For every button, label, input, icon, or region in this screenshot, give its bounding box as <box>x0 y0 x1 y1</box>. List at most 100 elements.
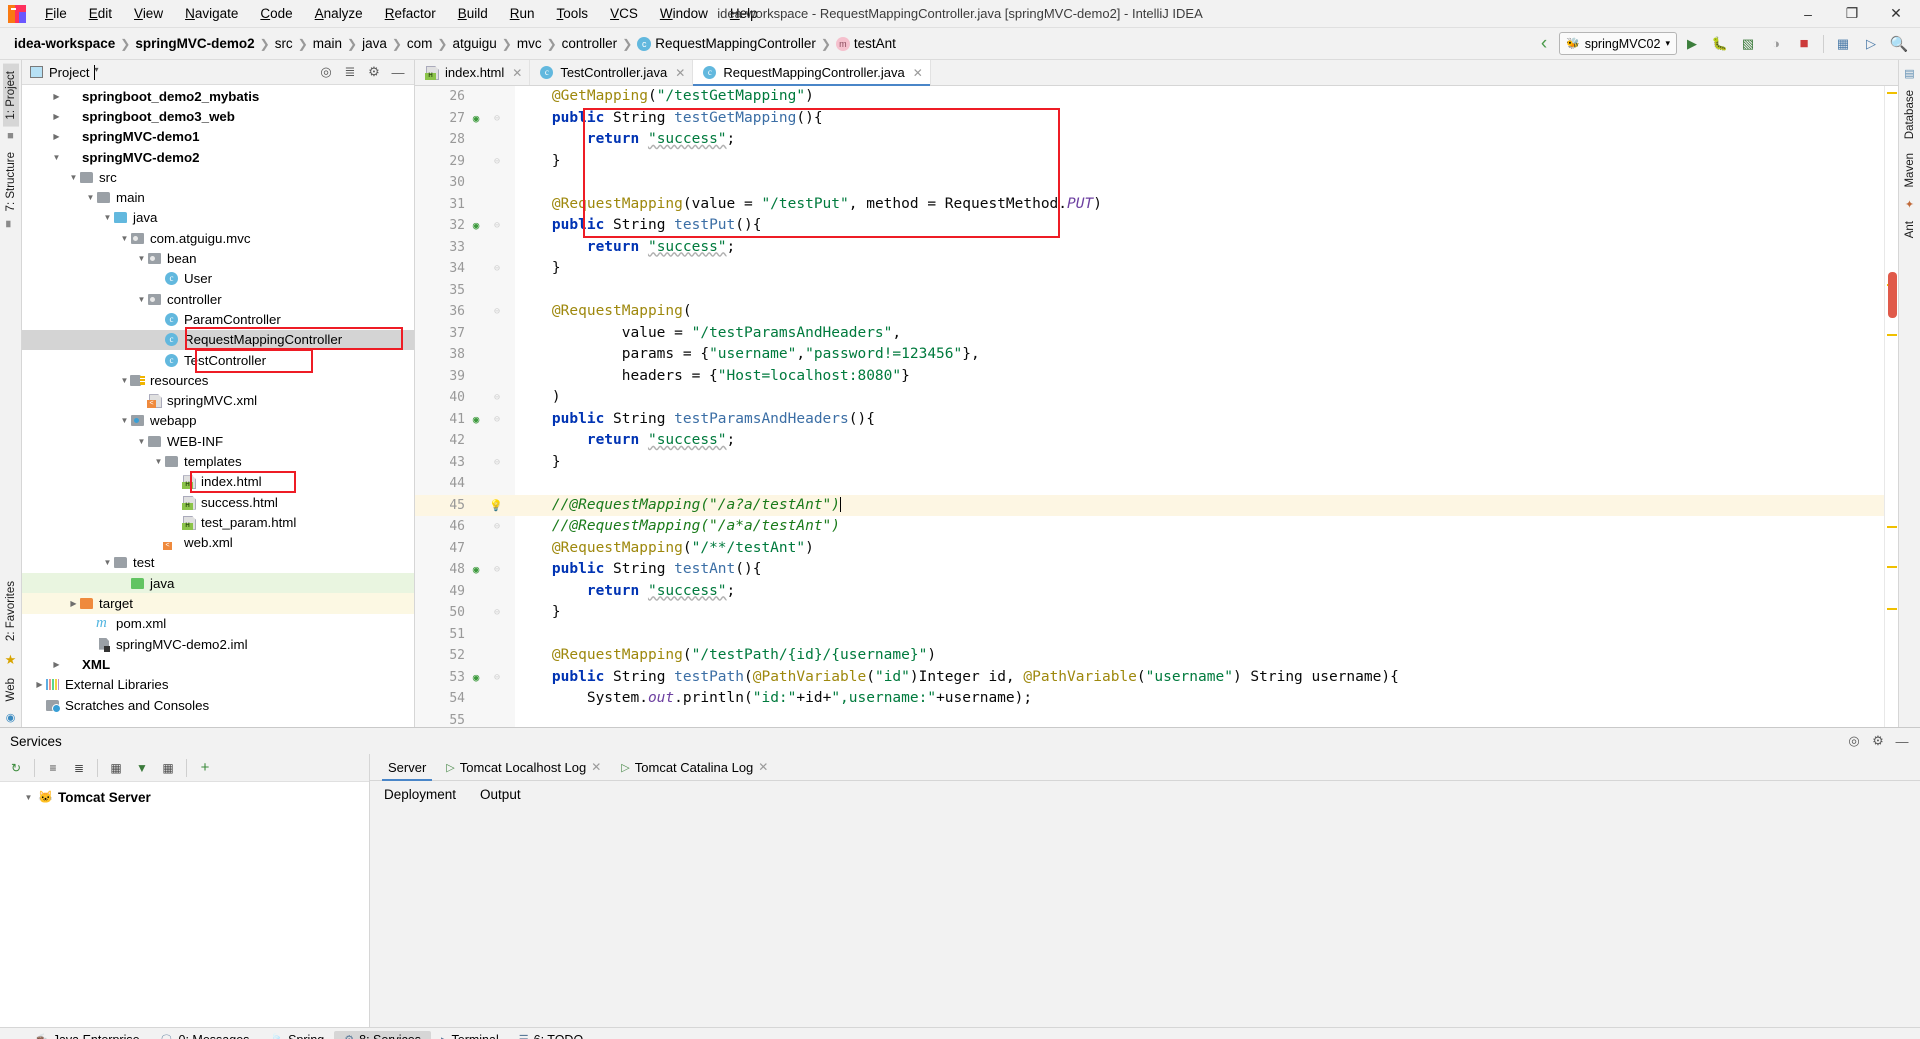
code-line-32[interactable]: public String testPut(){ <box>515 215 1884 237</box>
gutter-line-46[interactable]: 46 ⊖ <box>415 516 515 538</box>
back-arrow-icon[interactable]: ‹ <box>1531 32 1557 56</box>
chevron-down-icon[interactable]: ▾ <box>94 64 98 80</box>
close-icon[interactable]: ✕ <box>913 66 923 80</box>
chevron-right-icon[interactable]: ▶ <box>68 599 79 608</box>
tool-window-button-java-enterprise[interactable]: ☕ Java Enterprise <box>24 1031 150 1039</box>
tree-item-test-param-html[interactable]: test_param.html <box>22 512 414 532</box>
tree-item-user[interactable]: User <box>22 269 414 289</box>
services-subtab-bar[interactable]: Deployment Output <box>370 781 1920 807</box>
expand-all-icon[interactable]: ≡ <box>41 757 65 779</box>
code-line-55[interactable] <box>515 710 1884 728</box>
code-line-43[interactable]: } <box>515 452 1884 474</box>
fold-toggle-icon[interactable]: ⊖ <box>491 564 503 575</box>
bottom-tool-bar[interactable]: ☕ Java Enterprise 🗨 0: Messages 🍃 Spring ⚙ 8: S… <box>0 1027 1920 1039</box>
gutter-line-38[interactable]: 38 <box>415 344 515 366</box>
code-line-36[interactable]: @RequestMapping( <box>515 301 1884 323</box>
code-line-52[interactable]: @RequestMapping("/testPath/{id}/{usernam… <box>515 645 1884 667</box>
editor-marker-bar[interactable] <box>1884 86 1898 727</box>
tree-item-testcontroller[interactable]: TestController <box>22 350 414 370</box>
breadcrumb-item-mvc[interactable]: mvc <box>513 34 546 53</box>
tree-item-springboot-demo2-mybatis[interactable]: ▶ springboot_demo2_mybatis <box>22 86 414 106</box>
tree-item-springmvc-demo2[interactable]: ▼ springMVC-demo2 <box>22 147 414 167</box>
services-tab-bar[interactable]: Server ▷ Tomcat Localhost Log ✕ ▷ Tomcat Cata… <box>370 754 1920 781</box>
tool-window-button-terminal[interactable]: ▸ Terminal <box>431 1031 509 1039</box>
tool-window-button-0-messages[interactable]: 🗨 0: Messages <box>150 1031 260 1039</box>
breadcrumb-item-springmvc-demo2[interactable]: springMVC-demo2 <box>131 34 258 53</box>
chevron-down-icon[interactable]: ▼ <box>136 254 147 263</box>
menu-item-vcs[interactable]: VCS <box>599 2 649 25</box>
code-line-51[interactable] <box>515 624 1884 646</box>
tree-item-templates[interactable]: ▼ templates <box>22 451 414 471</box>
sidebar-item-structure[interactable]: 7: Structure <box>3 145 19 218</box>
fold-toggle-icon[interactable]: ⊖ <box>491 306 503 317</box>
code-line-48[interactable]: public String testAnt(){ <box>515 559 1884 581</box>
code-line-41[interactable]: public String testParamsAndHeaders(){ <box>515 409 1884 431</box>
breadcrumb-item-idea-workspace[interactable]: idea-workspace <box>10 34 119 53</box>
menu-item-refactor[interactable]: Refactor <box>374 2 447 25</box>
chevron-down-icon[interactable]: ▼ <box>51 153 62 162</box>
editor-tab-testcontroller-java[interactable]: TestController.java ✕ <box>530 60 694 85</box>
tree-item-webapp[interactable]: ▼ webapp <box>22 411 414 431</box>
gutter-line-49[interactable]: 49 <box>415 581 515 603</box>
fold-toggle-icon[interactable]: ⊖ <box>491 220 503 231</box>
chevron-down-icon[interactable]: ▼ <box>136 437 147 446</box>
chevron-right-icon[interactable]: ▶ <box>34 680 45 689</box>
gutter-line-55[interactable]: 55 <box>415 710 515 727</box>
tree-item-xml[interactable]: ▶ XML <box>22 654 414 674</box>
build-icon[interactable]: ▦ <box>1830 32 1856 56</box>
tree-item-requestmappingcontroller[interactable]: RequestMappingController <box>22 329 414 350</box>
code-line-33[interactable]: return "success"; <box>515 237 1884 259</box>
sidebar-item-project[interactable]: 1: Project <box>2 64 19 127</box>
code-line-46[interactable]: //@RequestMapping("/a*a/testAnt") <box>515 516 1884 538</box>
chevron-down-icon[interactable]: ▼ <box>119 416 130 425</box>
code-line-49[interactable]: return "success"; <box>515 581 1884 603</box>
gutter-line-42[interactable]: 42 <box>415 430 515 452</box>
search-icon[interactable]: 🔍 <box>1886 32 1912 56</box>
menu-item-edit[interactable]: Edit <box>78 2 123 25</box>
gutter-line-45[interactable]: 45 💡 ⊖ <box>415 494 515 516</box>
menu-item-run[interactable]: Run <box>499 2 546 25</box>
gutter-line-44[interactable]: 44 <box>415 473 515 495</box>
services-subtab-output[interactable]: Output <box>480 787 521 802</box>
fold-toggle-icon[interactable]: ⊖ <box>491 156 503 167</box>
code-line-42[interactable]: return "success"; <box>515 430 1884 452</box>
tool-window-button-8-services[interactable]: ⚙ 8: Services <box>334 1030 431 1039</box>
services-subtab-deployment[interactable]: Deployment <box>384 787 456 802</box>
chevron-down-icon[interactable]: ▼ <box>136 295 147 304</box>
fold-toggle-icon[interactable]: ⊖ <box>491 392 503 403</box>
run-gutter-icon[interactable]: ◉ <box>467 112 485 125</box>
chevron-down-icon[interactable]: ▼ <box>102 558 113 567</box>
menu-item-file[interactable]: File <box>34 2 78 25</box>
chevron-down-icon[interactable]: ▼ <box>102 213 113 222</box>
breadcrumb[interactable]: idea-workspace ❯ springMVC-demo2 ❯ src ❯ main ❯… <box>10 34 900 53</box>
services-tab-tomcat-localhost-log[interactable]: ▷ Tomcat Localhost Log ✕ <box>436 754 611 780</box>
maximize-button[interactable]: ❐ <box>1830 0 1874 28</box>
code-line-45[interactable]: //@RequestMapping("/a?a/testAnt") <box>515 494 1884 516</box>
fold-toggle-icon[interactable]: ⊖ <box>491 607 503 618</box>
services-tab-server[interactable]: Server <box>378 754 436 781</box>
fold-toggle-icon[interactable]: ⊖ <box>491 500 503 511</box>
gutter-line-28[interactable]: 28 <box>415 129 515 151</box>
menu-item-code[interactable]: Code <box>249 2 303 25</box>
code-line-26[interactable]: @GetMapping("/testGetMapping") <box>515 86 1884 108</box>
help-icon[interactable]: ◎ <box>1842 730 1866 752</box>
sidebar-item-maven[interactable]: Maven <box>1902 146 1918 195</box>
fold-toggle-icon[interactable]: ⊖ <box>491 263 503 274</box>
chevron-right-icon[interactable]: ▶ <box>51 112 62 121</box>
run-gutter-icon[interactable]: ◉ <box>467 671 485 684</box>
fold-toggle-icon[interactable]: ⊖ <box>491 672 503 683</box>
run-gutter-icon[interactable]: ◉ <box>467 413 485 426</box>
menu-item-help[interactable]: Help <box>719 2 769 25</box>
chevron-down-icon[interactable]: ▼ <box>85 193 96 202</box>
menu-item-window[interactable]: Window <box>649 2 719 25</box>
sidebar-item-favorites[interactable]: 2: Favorites <box>3 574 19 648</box>
breadcrumb-item-atguigu[interactable]: atguigu <box>448 34 500 53</box>
tree-item-success-html[interactable]: success.html <box>22 492 414 512</box>
gutter-line-26[interactable]: 26 <box>415 86 515 108</box>
gear-icon[interactable]: ⚙ <box>1866 730 1890 752</box>
gutter-line-36[interactable]: 36 ⊖ <box>415 301 515 323</box>
filter-icon[interactable]: ▼ <box>130 757 154 779</box>
code-area[interactable]: @GetMapping("/testGetMapping") public St… <box>515 86 1884 727</box>
coverage-icon[interactable]: ▧ <box>1735 32 1761 56</box>
close-icon[interactable]: ✕ <box>758 760 768 774</box>
